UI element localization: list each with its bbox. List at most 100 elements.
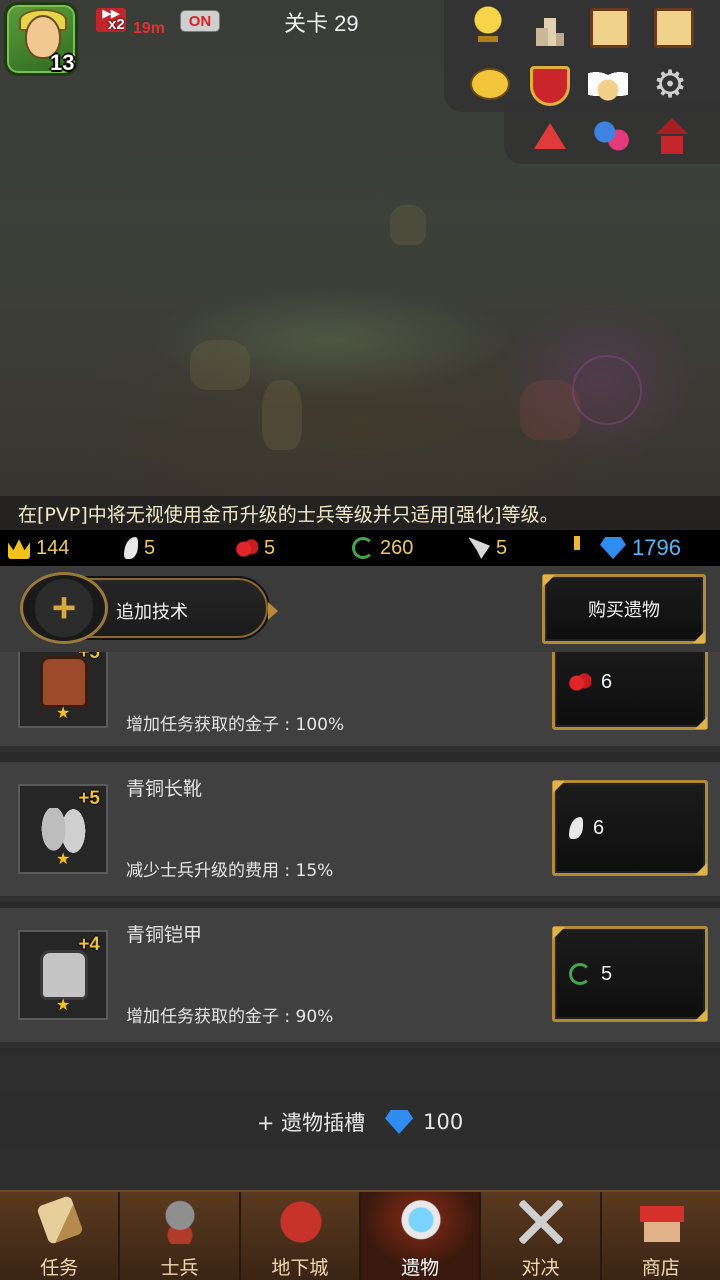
unit-silhouette <box>390 205 426 245</box>
relic-row: +4 ★ 青铜铠甲 增加任务获取的金子 : 90% 5 <box>0 908 720 1048</box>
boots-icon <box>38 808 90 854</box>
crossed-swords-icon <box>519 1200 564 1244</box>
relic-upgrade-cost: 6 <box>601 670 613 693</box>
meat-icon <box>569 671 591 693</box>
quest-book-icon[interactable] <box>654 8 694 48</box>
game-scene: 13 ▶▶ x2 19m ON 关卡 29 ⚙ 在[PVP]中将无视使用金币升级… <box>0 0 720 530</box>
add-slot-cost: 100 <box>423 1110 464 1134</box>
mailbox-icon[interactable] <box>652 116 692 156</box>
speed-multiplier: x2 <box>108 16 125 33</box>
chat-icon[interactable] <box>470 68 510 100</box>
player-level: 13 <box>50 50 75 75</box>
speed-toggle[interactable]: ON <box>180 10 220 32</box>
gold-marker <box>574 536 580 550</box>
claw-icon <box>124 537 138 559</box>
claw-icon <box>569 817 583 839</box>
nav-label: 士兵 <box>160 1257 199 1279</box>
add-relic-slot-button[interactable]: + 遗物插槽 100 <box>0 1094 720 1150</box>
plus-icon: + <box>20 572 108 644</box>
arrow-icon <box>268 602 278 620</box>
magic-circle <box>572 355 642 425</box>
relic-upgrade-button[interactable]: 6 <box>552 652 708 730</box>
add-slot-label: + 遗物插槽 <box>256 1111 366 1135</box>
trophy-icon[interactable] <box>468 6 508 46</box>
relic-upgrade-button[interactable]: 5 <box>552 926 708 1022</box>
tech-bar: + 追加技术 购买遗物 <box>0 566 720 652</box>
wing-icon <box>468 537 490 559</box>
armor-icon <box>40 950 88 1000</box>
soldier-icon <box>158 1200 203 1244</box>
resource-meat: 5 <box>236 530 275 566</box>
unit-silhouette <box>190 340 250 390</box>
relic-description: 增加任务获取的金子 : 90% <box>126 1007 334 1027</box>
vine-icon <box>352 537 374 559</box>
resource-crown: 144 <box>8 530 69 566</box>
info-text: 在[PVP]中将无视使用金币升级的士兵等级并只适用[强化]等级。 <box>18 504 559 526</box>
hero-book-icon[interactable] <box>590 8 630 48</box>
buy-relic-button[interactable]: 购买遗物 <box>542 574 706 644</box>
relic-icon-bronze-armor[interactable]: +4 ★ <box>18 930 108 1020</box>
relic-description: 增加任务获取的金子 : 100% <box>126 715 345 735</box>
friends-icon[interactable] <box>592 116 632 156</box>
star-icon: ★ <box>56 703 71 722</box>
nav-label: 任务 <box>40 1257 79 1279</box>
list-spacer <box>0 1150 720 1190</box>
unit-silhouette <box>262 380 302 450</box>
relic-name: 青铜铠甲 <box>126 924 203 946</box>
meat-count: 5 <box>264 536 276 559</box>
stage-label: 关卡 29 <box>284 11 359 36</box>
relic-upgrade-button[interactable]: 6 <box>552 780 708 876</box>
shop-icon <box>639 1200 684 1244</box>
relic-icon-bronze-boots[interactable]: +5 ★ <box>18 784 108 874</box>
info-strip: 在[PVP]中将无视使用金币升级的士兵等级并只适用[强化]等级。 <box>0 496 720 530</box>
resource-bar: 144 5 5 260 5 1796 <box>0 530 720 566</box>
settings-icon[interactable]: ⚙ <box>650 64 690 104</box>
relic-description: 减少士兵升级的费用 : 15% <box>126 861 334 881</box>
resource-wing: 5 <box>468 530 507 566</box>
speed-time-remaining: 19m <box>133 20 166 37</box>
resource-claw: 5 <box>124 530 155 566</box>
enemy-silhouette <box>520 380 580 440</box>
alert-icon[interactable] <box>530 116 570 156</box>
crown-icon <box>8 539 30 559</box>
relic-upgrade-cost: 5 <box>601 962 613 985</box>
nav-tab-dungeon[interactable]: 地下城 <box>240 1192 361 1280</box>
add-tech-button[interactable]: + 追加技术 <box>20 572 278 644</box>
gem-icon <box>600 537 626 559</box>
relic-upgrade-cost: 6 <box>593 816 605 839</box>
gem-count: 1796 <box>632 535 681 560</box>
relic-list[interactable]: +5 ★ 增加任务获取的金子 : 100% 6 +5 ★ 青铜长靴 减少士兵升级… <box>0 652 720 1052</box>
star-icon: ★ <box>56 995 71 1014</box>
relic-ring-icon <box>398 1200 443 1244</box>
wing-count: 5 <box>496 536 508 559</box>
crown-count: 144 <box>36 536 70 559</box>
relic-row: +5 ★ 增加任务获取的金子 : 100% 6 <box>0 652 720 752</box>
resource-gems: 1796 <box>600 530 681 566</box>
nav-tab-versus[interactable]: 对决 <box>481 1192 602 1280</box>
gem-icon <box>385 1110 414 1134</box>
nav-tab-relic[interactable]: 遗物 <box>360 1192 482 1280</box>
star-icon: ★ <box>56 849 71 868</box>
nav-label: 遗物 <box>401 1257 440 1279</box>
relic-icon-leather-armor[interactable]: +5 ★ <box>18 652 108 728</box>
nav-tab-soldier[interactable]: 士兵 <box>120 1192 241 1280</box>
guild-icon[interactable] <box>530 66 570 106</box>
nav-label: 对决 <box>521 1257 560 1279</box>
relic-enhance-level: +5 <box>78 788 100 809</box>
ranking-icon[interactable] <box>530 6 570 46</box>
monster-icon <box>278 1200 323 1244</box>
nav-label: 商店 <box>641 1257 680 1279</box>
relic-row: +5 ★ 青铜长靴 减少士兵升级的费用 : 15% 6 <box>0 762 720 902</box>
nav-tab-shop[interactable]: 商店 <box>601 1192 720 1280</box>
bottom-nav: 任务 士兵 地下城 遗物 对决 商店 <box>0 1190 720 1280</box>
buy-relic-label: 购买遗物 <box>588 600 660 621</box>
relic-name: 青铜长靴 <box>126 778 203 800</box>
relic-enhance-level: +4 <box>78 934 100 955</box>
angel-icon[interactable] <box>588 66 628 106</box>
list-spacer <box>0 1052 720 1094</box>
resource-vine: 260 <box>352 530 413 566</box>
vine-icon <box>569 963 591 985</box>
relic-enhance-level: +5 <box>78 652 100 663</box>
nav-tab-quest[interactable]: 任务 <box>0 1192 121 1280</box>
scroll-icon <box>36 1195 84 1245</box>
